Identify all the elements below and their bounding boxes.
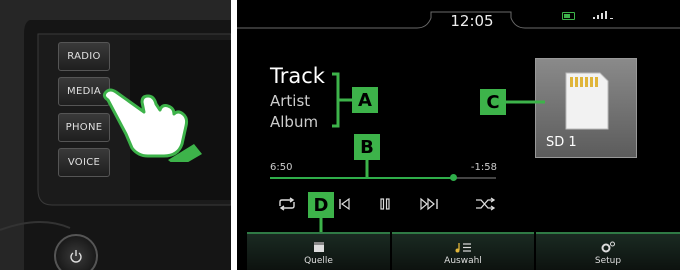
sd-card-icon (565, 72, 609, 130)
callout-c: C (480, 89, 506, 115)
remaining-time: -1:58 (470, 162, 497, 173)
hand-pointer-icon (102, 88, 202, 162)
tab-auswahl[interactable]: Auswahl (392, 232, 534, 270)
progress-fill (270, 177, 454, 179)
hardware-panel: RADIO MEDIA PHONE VOICE (0, 0, 231, 270)
callout-a: A (352, 87, 378, 113)
tab-setup-label: Setup (594, 256, 622, 266)
music-list-icon (455, 243, 471, 253)
track-artist: Artist (270, 92, 311, 110)
track-album: Album (270, 113, 319, 131)
clock: 12:05 (450, 12, 494, 30)
source-icon (313, 242, 324, 252)
radio-button[interactable]: RADIO (58, 42, 110, 71)
previous-icon[interactable] (337, 197, 351, 211)
signal-icon (593, 11, 613, 19)
connector-c (505, 100, 545, 104)
next-icon[interactable] (419, 197, 441, 211)
shuffle-icon[interactable] (475, 197, 497, 211)
progress-track[interactable] (270, 174, 496, 181)
settings-gear-icon (601, 241, 615, 253)
tab-setup[interactable]: Setup (536, 232, 680, 270)
connector-b (365, 159, 369, 177)
infotainment-screen: 12:05 Track Artist Album A SD 1 C B 6:50… (237, 0, 680, 270)
callout-b: B (354, 134, 380, 160)
callout-d: D (308, 192, 334, 218)
source-name: SD 1 (546, 135, 577, 150)
source-tile[interactable]: SD 1 (535, 58, 637, 158)
tab-quelle[interactable]: Quelle (247, 232, 390, 270)
elapsed-time: 6:50 (270, 162, 293, 173)
tab-auswahl-label: Auswahl (444, 256, 482, 266)
track-title: Track (270, 64, 325, 88)
progress-knob[interactable] (450, 174, 458, 181)
power-icon (70, 250, 82, 263)
battery-icon (562, 12, 575, 20)
repeat-icon[interactable] (277, 197, 297, 211)
power-knob[interactable] (54, 234, 98, 270)
pause-icon[interactable] (378, 197, 392, 211)
tab-quelle-label: Quelle (304, 256, 333, 266)
